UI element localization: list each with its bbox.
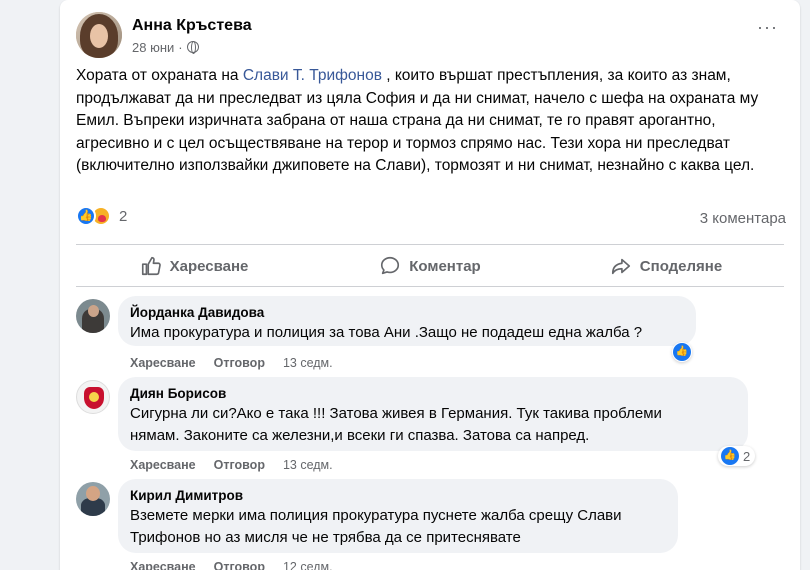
comment-bubble: Диян Борисов Сигурна ли си?Ако е така !!… — [118, 377, 748, 451]
post-meta: 28 юни · — [132, 40, 252, 55]
comment-text-line: нямам. Законите са железни,и всеки ги сп… — [130, 427, 590, 444]
comment-time[interactable]: 13 седм. — [283, 458, 333, 472]
meta-separator: · — [178, 39, 183, 55]
comment-reactions[interactable]: 👍 2 — [718, 446, 756, 466]
comment-text-line: Вземете мерки има полиция прокуратура пу… — [130, 507, 622, 524]
comment-bubble: Кирил Димитров Вземете мерки има полиция… — [118, 479, 678, 553]
reactions-summary[interactable]: 👍 2 — [76, 206, 127, 226]
comment-button[interactable]: Коментар — [312, 246, 548, 286]
comment-text-line: Трифонов но аз мисля че не трябва да се … — [130, 529, 521, 546]
post-date[interactable]: 28 юни — [132, 40, 174, 55]
comment-reply-button[interactable]: Отговор — [214, 560, 265, 570]
comment-time[interactable]: 12 седм. — [283, 560, 333, 570]
thumbs-up-icon — [141, 256, 161, 276]
comment-like-button[interactable]: Харесване — [130, 560, 196, 570]
author-block: Анна Кръстева 28 юни · — [132, 16, 252, 55]
like-button[interactable]: Харесване — [76, 246, 312, 286]
like-reaction-icon: 👍 — [721, 447, 739, 465]
comment-like-button[interactable]: Харесване — [130, 356, 196, 370]
divider — [76, 244, 784, 245]
share-label: Споделяне — [639, 257, 723, 275]
commenter-avatar[interactable] — [76, 299, 110, 333]
reaction-count: 2 — [119, 207, 128, 225]
comment-actions: Харесване Отговор 13 седм. — [130, 356, 333, 370]
comment-text-line: Сигурна ли си?Ако е така !!! Затова живе… — [130, 405, 662, 422]
post-header: Анна Кръстева 28 юни · — [76, 12, 252, 58]
comment-icon — [381, 256, 400, 275]
comment-reply-button[interactable]: Отговор — [214, 458, 265, 472]
comment-label: Коментар — [409, 257, 481, 275]
comment-like-button[interactable]: Харесване — [130, 458, 196, 472]
like-reaction-icon: 👍 — [76, 206, 96, 226]
comment: Диян Борисов Сигурна ли си?Ако е така !!… — [76, 377, 748, 451]
comment-time[interactable]: 13 седм. — [283, 356, 333, 370]
more-options-button[interactable]: ··· — [757, 18, 778, 36]
author-avatar[interactable] — [76, 12, 122, 58]
comment-reaction-count: 2 — [743, 448, 751, 464]
comment: Йорданка Давидова Има прокуратура и поли… — [76, 296, 696, 346]
post-card: Анна Кръстева 28 юни · ··· Хората от охр… — [60, 0, 800, 570]
comment-bubble: Йорданка Давидова Има прокуратура и поли… — [118, 296, 696, 346]
comment-reactions[interactable]: 👍 — [672, 342, 692, 362]
post-text-start: Хората от охраната на — [76, 67, 243, 84]
like-reaction-icon: 👍 — [673, 343, 691, 361]
globe-icon — [186, 41, 199, 54]
divider — [76, 286, 784, 287]
author-name[interactable]: Анна Кръстева — [132, 16, 252, 36]
like-label: Харесване — [169, 257, 249, 275]
comments-count[interactable]: 3 коментара — [700, 210, 786, 227]
post-text: Хората от охраната на Слави Т. Трифонов … — [76, 65, 788, 178]
commenter-name[interactable]: Йорданка Давидова — [130, 304, 684, 322]
commenter-name[interactable]: Кирил Димитров — [130, 487, 666, 505]
mention-link[interactable]: Слави Т. Трифонов — [243, 67, 382, 84]
comment-reply-button[interactable]: Отговор — [214, 356, 265, 370]
comment-actions: Харесване Отговор 12 седм. — [130, 560, 333, 570]
share-icon — [611, 258, 630, 275]
comment-actions: Харесване Отговор 13 седм. — [130, 458, 333, 472]
commenter-avatar[interactable] — [76, 482, 110, 516]
comment: Кирил Димитров Вземете мерки има полиция… — [76, 479, 678, 553]
commenter-avatar[interactable] — [76, 380, 110, 414]
comment-text: Има прокуратура и полиция за това Ани .З… — [130, 324, 643, 341]
share-button[interactable]: Споделяне — [548, 246, 784, 286]
post-actions: Харесване Коментар Споделяне — [76, 246, 784, 286]
commenter-name[interactable]: Диян Борисов — [130, 385, 736, 403]
